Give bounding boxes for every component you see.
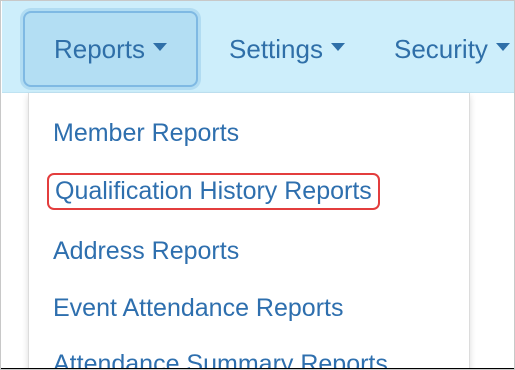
nav-reports-dropdown[interactable]: Reports <box>23 11 198 87</box>
menu-item-attendance-summary-reports[interactable]: Attendance Summary Reports <box>47 348 394 369</box>
nav-security-label: Security <box>394 33 488 64</box>
top-navbar: Reports Settings Security <box>2 1 514 93</box>
menu-item-member-reports[interactable]: Member Reports <box>47 117 245 150</box>
reports-dropdown-menu: Member Reports Qualification History Rep… <box>28 93 470 369</box>
menu-item-address-reports[interactable]: Address Reports <box>47 235 245 268</box>
nav-security-dropdown[interactable]: Security <box>380 11 514 87</box>
menu-item-event-attendance-reports[interactable]: Event Attendance Reports <box>47 292 349 325</box>
caret-down-icon <box>330 43 345 51</box>
menu-item-qualification-history-reports[interactable]: Qualification History Reports <box>47 173 380 210</box>
caret-down-icon <box>495 43 510 51</box>
screenshot-frame: Reports Settings Security Member Reports… <box>0 0 515 370</box>
nav-settings-label: Settings <box>229 33 323 64</box>
caret-down-icon <box>153 43 168 51</box>
nav-settings-dropdown[interactable]: Settings <box>207 11 367 87</box>
nav-reports-label: Reports <box>53 33 146 64</box>
